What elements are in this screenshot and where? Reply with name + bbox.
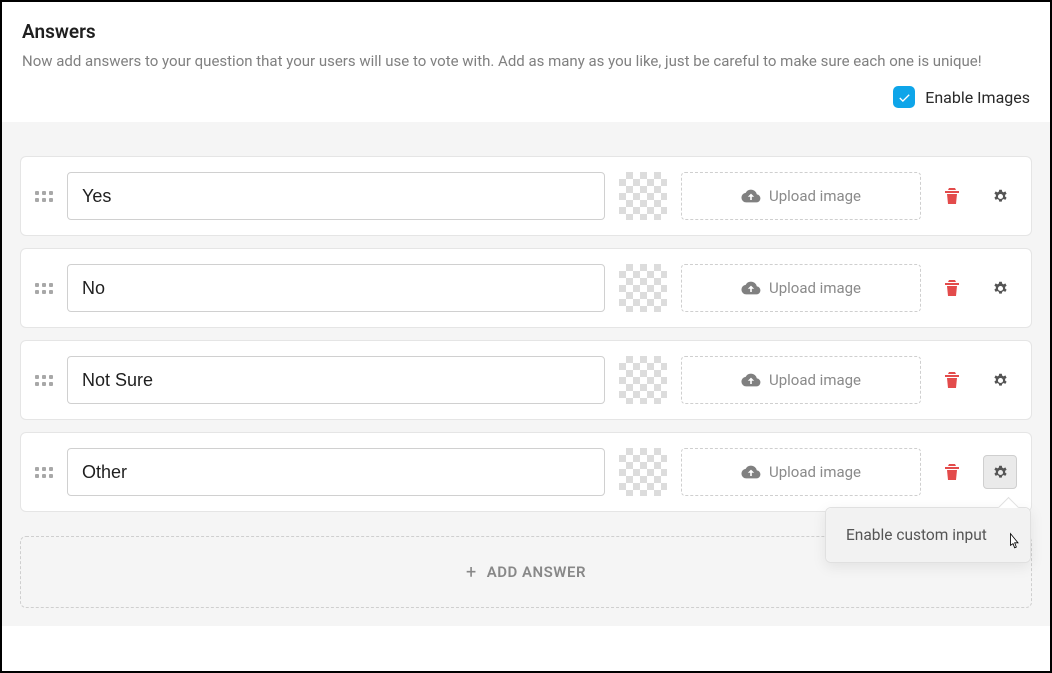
- drag-handle-icon[interactable]: [35, 375, 53, 386]
- header: Answers Now add answers to your question…: [2, 2, 1050, 80]
- upload-label: Upload image: [769, 463, 861, 481]
- answers-list: Upload image Upload image: [2, 122, 1050, 626]
- upload-label: Upload image: [769, 187, 861, 205]
- answer-row: Upload image Enable custom input: [20, 432, 1032, 512]
- cloud-upload-icon: [741, 188, 761, 204]
- answer-row: Upload image: [20, 340, 1032, 420]
- trash-icon: [944, 187, 960, 205]
- cloud-upload-icon: [741, 464, 761, 480]
- delete-answer-button[interactable]: [935, 179, 969, 213]
- enable-custom-input-option[interactable]: Enable custom input: [826, 508, 1030, 562]
- enable-images-row: Enable Images: [2, 80, 1050, 122]
- answer-input[interactable]: [67, 172, 605, 220]
- popover-item-label: Enable custom input: [846, 526, 987, 544]
- enable-images-checkbox[interactable]: [893, 86, 915, 108]
- answer-settings-button[interactable]: [983, 455, 1017, 489]
- answer-settings-button[interactable]: [983, 363, 1017, 397]
- answer-settings-button[interactable]: [983, 271, 1017, 305]
- upload-image-button[interactable]: Upload image: [681, 448, 921, 496]
- trash-icon: [944, 279, 960, 297]
- upload-image-button[interactable]: Upload image: [681, 356, 921, 404]
- answer-settings-button[interactable]: [983, 179, 1017, 213]
- cloud-upload-icon: [741, 280, 761, 296]
- drag-handle-icon[interactable]: [35, 467, 53, 478]
- image-preview[interactable]: [619, 172, 667, 220]
- settings-popover: Enable custom input: [825, 507, 1031, 563]
- delete-answer-button[interactable]: [935, 271, 969, 305]
- answer-row: Upload image: [20, 156, 1032, 236]
- upload-image-button[interactable]: Upload image: [681, 264, 921, 312]
- upload-label: Upload image: [769, 371, 861, 389]
- trash-icon: [944, 463, 960, 481]
- answer-input[interactable]: [67, 264, 605, 312]
- upload-label: Upload image: [769, 279, 861, 297]
- drag-handle-icon[interactable]: [35, 191, 53, 202]
- gear-icon: [992, 372, 1009, 389]
- check-icon: [898, 91, 911, 104]
- answer-input[interactable]: [67, 356, 605, 404]
- enable-images-label: Enable Images: [925, 88, 1030, 107]
- image-preview[interactable]: [619, 356, 667, 404]
- page-subtitle: Now add answers to your question that yo…: [22, 51, 1030, 72]
- gear-icon: [992, 280, 1009, 297]
- cloud-upload-icon: [741, 372, 761, 388]
- delete-answer-button[interactable]: [935, 455, 969, 489]
- gear-icon: [992, 464, 1009, 481]
- drag-handle-icon[interactable]: [35, 283, 53, 294]
- pointer-cursor-icon: [1004, 532, 1022, 552]
- delete-answer-button[interactable]: [935, 363, 969, 397]
- upload-image-button[interactable]: Upload image: [681, 172, 921, 220]
- trash-icon: [944, 371, 960, 389]
- answer-row: Upload image: [20, 248, 1032, 328]
- image-preview[interactable]: [619, 448, 667, 496]
- page-title: Answers: [22, 20, 1030, 43]
- image-preview[interactable]: [619, 264, 667, 312]
- plus-icon: +: [466, 562, 477, 583]
- add-answer-label: ADD ANSWER: [487, 563, 586, 581]
- gear-icon: [992, 188, 1009, 205]
- answer-input[interactable]: [67, 448, 605, 496]
